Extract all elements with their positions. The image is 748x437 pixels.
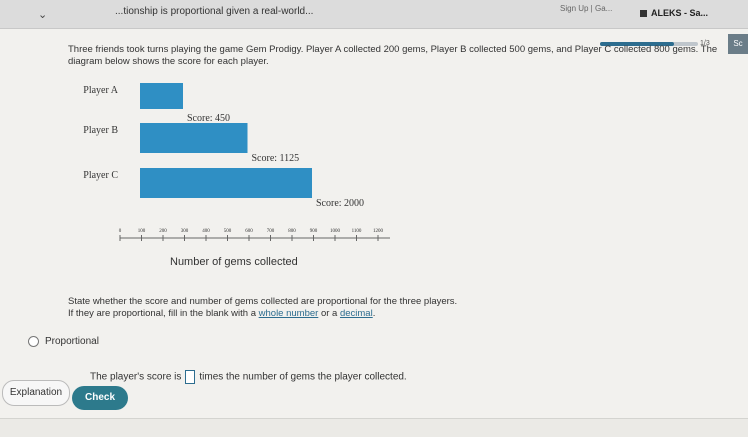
aleks-tab[interactable]: ALEKS - Sa... — [640, 8, 708, 18]
bar — [140, 168, 312, 198]
tab-favicon-icon — [640, 10, 647, 18]
x-tick-label: 100 — [138, 229, 146, 234]
bar-score-label: Score: 2000 — [316, 198, 364, 209]
x-tick-label: 900 — [310, 229, 318, 234]
x-tick-label: 400 — [202, 229, 210, 234]
instructions-line2: If they are proportional, fill in the bl… — [68, 308, 376, 319]
answer-sentence: The player's score is times the number of… — [90, 370, 407, 384]
x-tick-label: 1100 — [352, 229, 362, 234]
decimal-link[interactable]: decimal — [340, 308, 373, 319]
question-prompt: Three friends took turns playing the gam… — [68, 44, 718, 67]
answer-prefix: The player's score is — [90, 371, 182, 383]
x-tick-label: 1200 — [373, 229, 384, 234]
x-tick-label: 300 — [181, 229, 189, 234]
bar-chart: 0 100 200 300 400 500 600 700 800 900 1000 1100 1200… — [83, 83, 390, 241]
x-tick-label: 0 — [119, 229, 122, 234]
answer-input[interactable] — [185, 370, 196, 384]
signup-tab[interactable]: Sign Up | Ga... — [560, 4, 612, 13]
x-axis-label: Number of gems collected — [170, 256, 298, 268]
check-button[interactable]: Check — [72, 386, 128, 410]
x-tick-label: 800 — [288, 229, 296, 234]
x-tick-label: 700 — [267, 229, 275, 234]
side-button[interactable]: Sc — [728, 34, 748, 54]
x-tick-label: 500 — [224, 229, 232, 234]
bottom-bar — [0, 418, 748, 437]
bar-category-label: Player B — [83, 125, 118, 136]
chevron-down-icon[interactable]: ⌄ — [38, 8, 47, 21]
bar — [140, 123, 248, 153]
answer-suffix: times the number of gems the player coll… — [199, 371, 407, 383]
radio-button[interactable] — [28, 336, 39, 347]
browser-tab-bar: ⌄ ...tionship is proportional given a re… — [0, 0, 748, 29]
whole-number-link[interactable]: whole number — [259, 308, 319, 319]
instructions-line1: State whether the score and number of ge… — [68, 296, 458, 307]
bar-score-label: Score: 1125 — [252, 153, 300, 164]
x-tick-label: 1000 — [330, 229, 341, 234]
bar-category-label: Player A — [83, 85, 118, 96]
browser-tab-title[interactable]: ...tionship is proportional given a real… — [115, 6, 313, 17]
bar-category-label: Player C — [83, 170, 118, 181]
x-tick-label: 200 — [159, 229, 167, 234]
bar-score-label: Score: 450 — [187, 113, 230, 124]
bar — [140, 83, 183, 109]
x-tick-label: 600 — [245, 229, 253, 234]
explanation-button[interactable]: Explanation — [2, 380, 70, 406]
option-label: Proportional — [45, 336, 99, 348]
instructions: State whether the score and number of ge… — [68, 296, 728, 320]
proportional-option[interactable]: Proportional — [28, 336, 99, 347]
